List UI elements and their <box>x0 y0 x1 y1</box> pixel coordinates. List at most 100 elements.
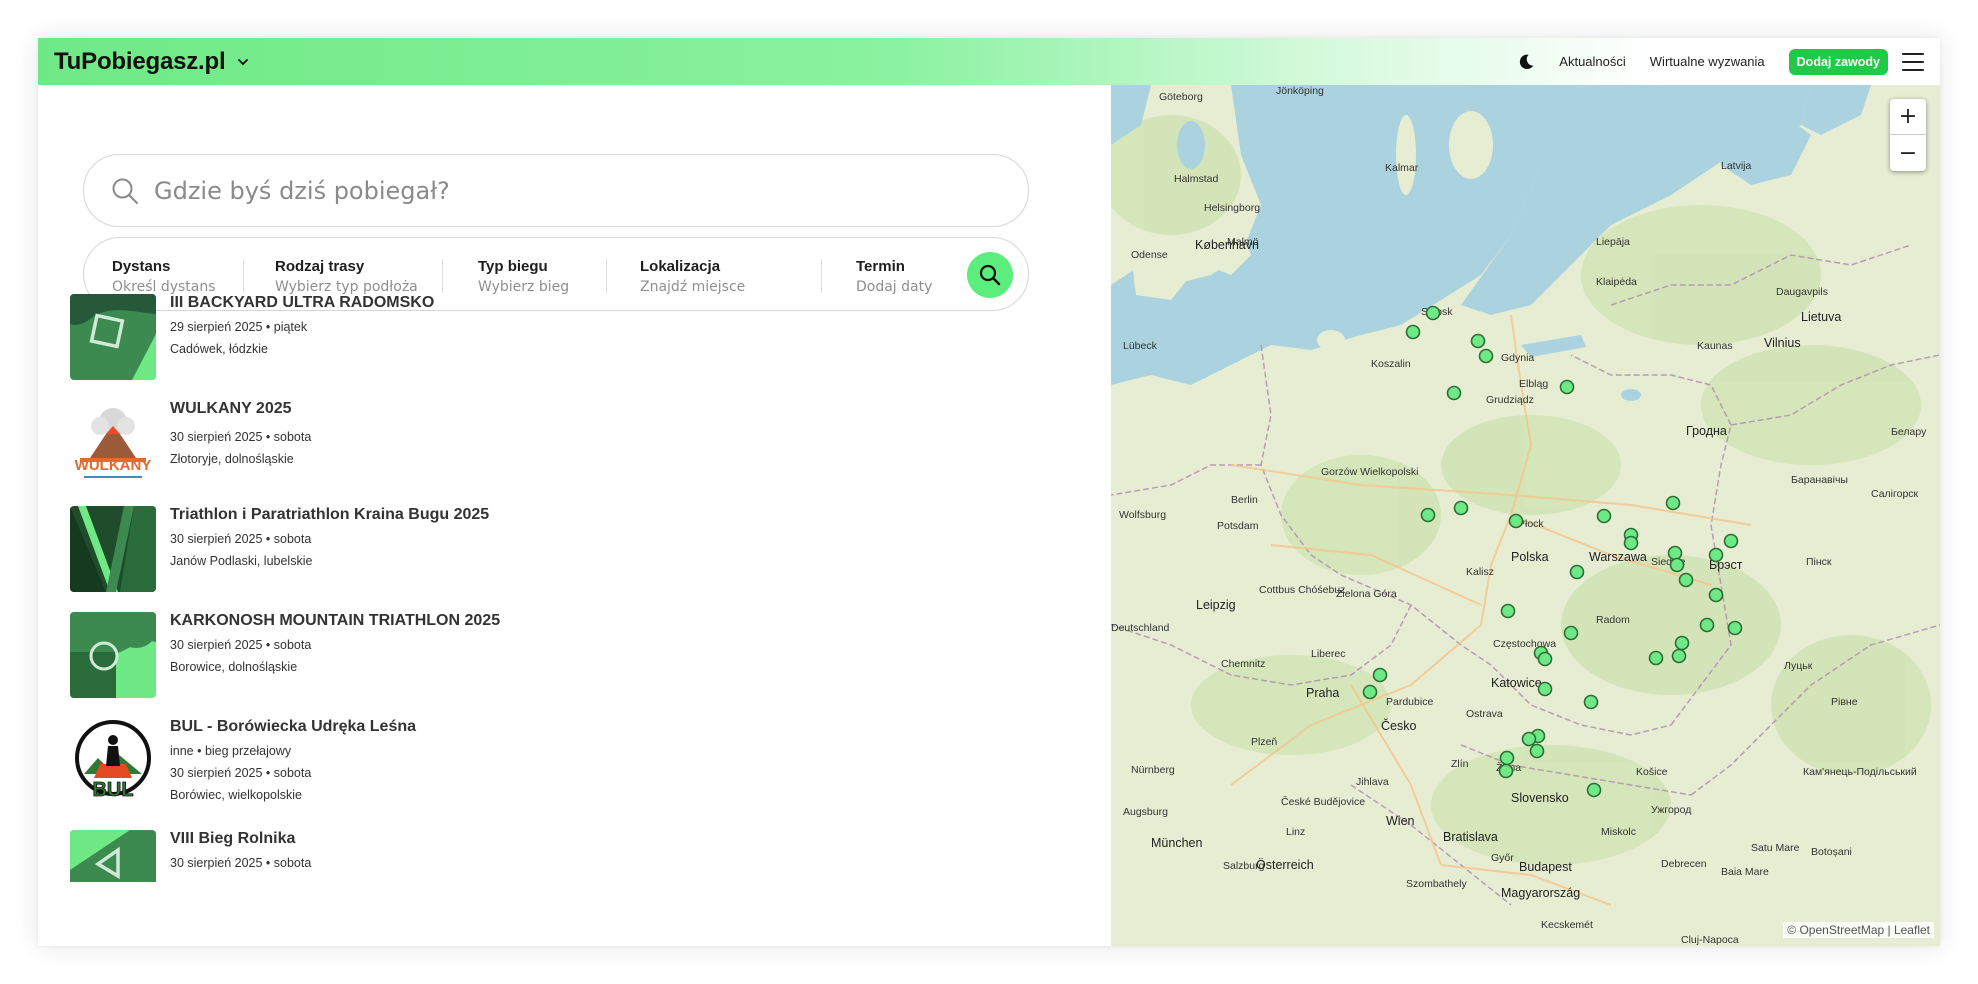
event-marker[interactable] <box>1521 731 1537 747</box>
event-date: 30 sierpień 2025 • sobota <box>170 766 312 780</box>
event-marker[interactable] <box>1569 564 1585 580</box>
event-marker[interactable] <box>1723 533 1739 549</box>
filter-label: Typ biegu <box>478 258 548 275</box>
event-marker[interactable] <box>1669 557 1685 573</box>
filter-date[interactable]: Termin Dodaj daty <box>856 258 932 295</box>
map-label: Gdynia <box>1501 352 1534 364</box>
event-marker[interactable] <box>1727 620 1743 636</box>
map-attribution[interactable]: © OpenStreetMap | Leaflet <box>1783 922 1934 938</box>
event-title[interactable]: WULKANY 2025 <box>170 400 292 418</box>
event-card[interactable]: Triathlon i Paratriathlon Kraina Bugu 20… <box>70 506 770 596</box>
zoom-out-button[interactable]: − <box>1890 135 1926 171</box>
app-window: TuPobiegasz.pl Aktualności Wirtualne wyz… <box>38 38 1940 946</box>
map-label: Göteborg <box>1159 91 1203 103</box>
map-label: Liberec <box>1311 648 1345 660</box>
event-marker[interactable] <box>1583 694 1599 710</box>
map-label: Potsdam <box>1217 520 1259 532</box>
event-marker[interactable] <box>1537 681 1553 697</box>
event-marker[interactable] <box>1498 763 1514 779</box>
map-label: Баранавічы <box>1791 474 1848 486</box>
event-card[interactable]: III BACKYARD ULTRA RADOMSKO 29 sierpień … <box>70 294 770 384</box>
search-input[interactable]: Gdzie byś dziś pobiegał? <box>154 177 450 205</box>
event-date: 29 sierpień 2025 • piątek <box>170 320 308 334</box>
event-marker[interactable] <box>1674 635 1690 651</box>
nav-link-virtual-challenges[interactable]: Wirtualne wyzwania <box>1650 54 1765 69</box>
event-marker[interactable] <box>1665 495 1681 511</box>
map-label: Klaipėda <box>1596 276 1637 288</box>
event-marker[interactable] <box>1667 545 1683 561</box>
event-title[interactable]: BUL - Borówiecka Udręka Leśna <box>170 718 416 736</box>
event-title[interactable]: VIII Bieg Rolnika <box>170 830 295 848</box>
search-bar[interactable]: Gdzie byś dziś pobiegał? <box>83 154 1029 227</box>
event-title[interactable]: Triathlon i Paratriathlon Kraina Bugu 20… <box>170 506 489 524</box>
map-label: Kaunas <box>1697 340 1733 352</box>
filter-route-type[interactable]: Rodzaj trasy Wybierz typ podłoża <box>275 258 418 295</box>
event-marker[interactable] <box>1508 513 1524 529</box>
event-marker[interactable] <box>1478 348 1494 364</box>
event-marker[interactable] <box>1699 617 1715 633</box>
event-title[interactable]: III BACKYARD ULTRA RADOMSKO <box>170 294 434 312</box>
event-marker[interactable] <box>1362 684 1378 700</box>
map-label: Bratislava <box>1443 830 1498 844</box>
event-marker[interactable] <box>1563 625 1579 641</box>
filter-distance[interactable]: Dystans Określ dystans <box>112 258 216 295</box>
map-label: Košice <box>1636 766 1668 778</box>
event-marker[interactable] <box>1596 508 1612 524</box>
event-marker[interactable] <box>1537 651 1553 667</box>
event-marker[interactable] <box>1420 507 1436 523</box>
event-marker[interactable] <box>1446 385 1462 401</box>
event-card[interactable]: VIII Bieg Rolnika 30 sierpień 2025 • sob… <box>70 830 770 882</box>
map-label: Katowice <box>1491 676 1542 690</box>
zoom-in-button[interactable]: + <box>1890 99 1926 135</box>
event-location: Złotoryje, dolnośląskie <box>170 452 294 466</box>
event-card[interactable]: WULKANY WULKANY 2025 30 sierpień 2025 • … <box>70 400 770 490</box>
event-marker[interactable] <box>1453 500 1469 516</box>
map-label: Berlin <box>1231 494 1258 506</box>
event-marker[interactable] <box>1372 667 1388 683</box>
event-marker[interactable] <box>1405 324 1421 340</box>
event-marker[interactable] <box>1499 750 1515 766</box>
event-title[interactable]: KARKONOSH MOUNTAIN TRIATHLON 2025 <box>170 612 500 630</box>
event-marker[interactable] <box>1623 535 1639 551</box>
map-canvas[interactable]: Göteborg Jönköping Halmstad Kalmar Helsi… <box>1111 85 1940 946</box>
map-label: Kecskemét <box>1541 919 1593 931</box>
search-icon <box>112 178 138 204</box>
divider <box>243 259 244 293</box>
event-marker[interactable] <box>1708 587 1724 603</box>
hamburger-icon[interactable] <box>1902 52 1924 71</box>
moon-icon[interactable] <box>1517 53 1535 71</box>
map-label: Vilnius <box>1764 336 1801 350</box>
map-panel[interactable]: Göteborg Jönköping Halmstad Kalmar Helsi… <box>1111 85 1940 946</box>
event-marker[interactable] <box>1500 603 1516 619</box>
event-thumbnail <box>70 830 156 882</box>
event-marker[interactable] <box>1559 379 1575 395</box>
map-label: Ostrava <box>1466 708 1503 720</box>
chevron-down-icon[interactable] <box>237 56 249 68</box>
event-marker[interactable] <box>1678 572 1694 588</box>
map-label: Linz <box>1286 826 1305 838</box>
event-marker[interactable] <box>1671 648 1687 664</box>
filter-location[interactable]: Lokalizacja Znajdź miejsce <box>640 258 745 295</box>
map-label: Elbląg <box>1519 378 1548 390</box>
event-marker[interactable] <box>1586 782 1602 798</box>
nav-link-news[interactable]: Aktualności <box>1559 54 1625 69</box>
site-logo[interactable]: TuPobiegasz.pl <box>54 48 226 76</box>
filter-label: Dystans <box>112 258 171 275</box>
event-marker[interactable] <box>1425 305 1441 321</box>
event-card[interactable]: BUL BUL - Borówiecka Udręka Leśna inne •… <box>70 718 770 808</box>
event-marker[interactable] <box>1648 650 1664 666</box>
map-label: Jönköping <box>1276 85 1324 97</box>
map-label: Česko <box>1381 718 1416 733</box>
add-event-button[interactable]: Dodaj zawody <box>1788 48 1888 75</box>
filter-run-type[interactable]: Typ biegu Wybierz bieg <box>478 258 569 295</box>
event-marker[interactable] <box>1529 743 1545 759</box>
event-card[interactable]: KARKONOSH MOUNTAIN TRIATHLON 2025 30 sie… <box>70 612 770 702</box>
map-label: Cluj-Napoca <box>1681 934 1739 946</box>
event-marker[interactable] <box>1708 547 1724 563</box>
map-label: Odense <box>1131 249 1168 261</box>
event-marker[interactable] <box>1470 333 1486 349</box>
map-label: Debrecen <box>1661 858 1707 870</box>
nav-right: Aktualności Wirtualne wyzwania Dodaj zaw… <box>1517 38 1924 85</box>
search-submit-button[interactable] <box>967 252 1013 298</box>
map-label: Österreich <box>1256 858 1314 872</box>
